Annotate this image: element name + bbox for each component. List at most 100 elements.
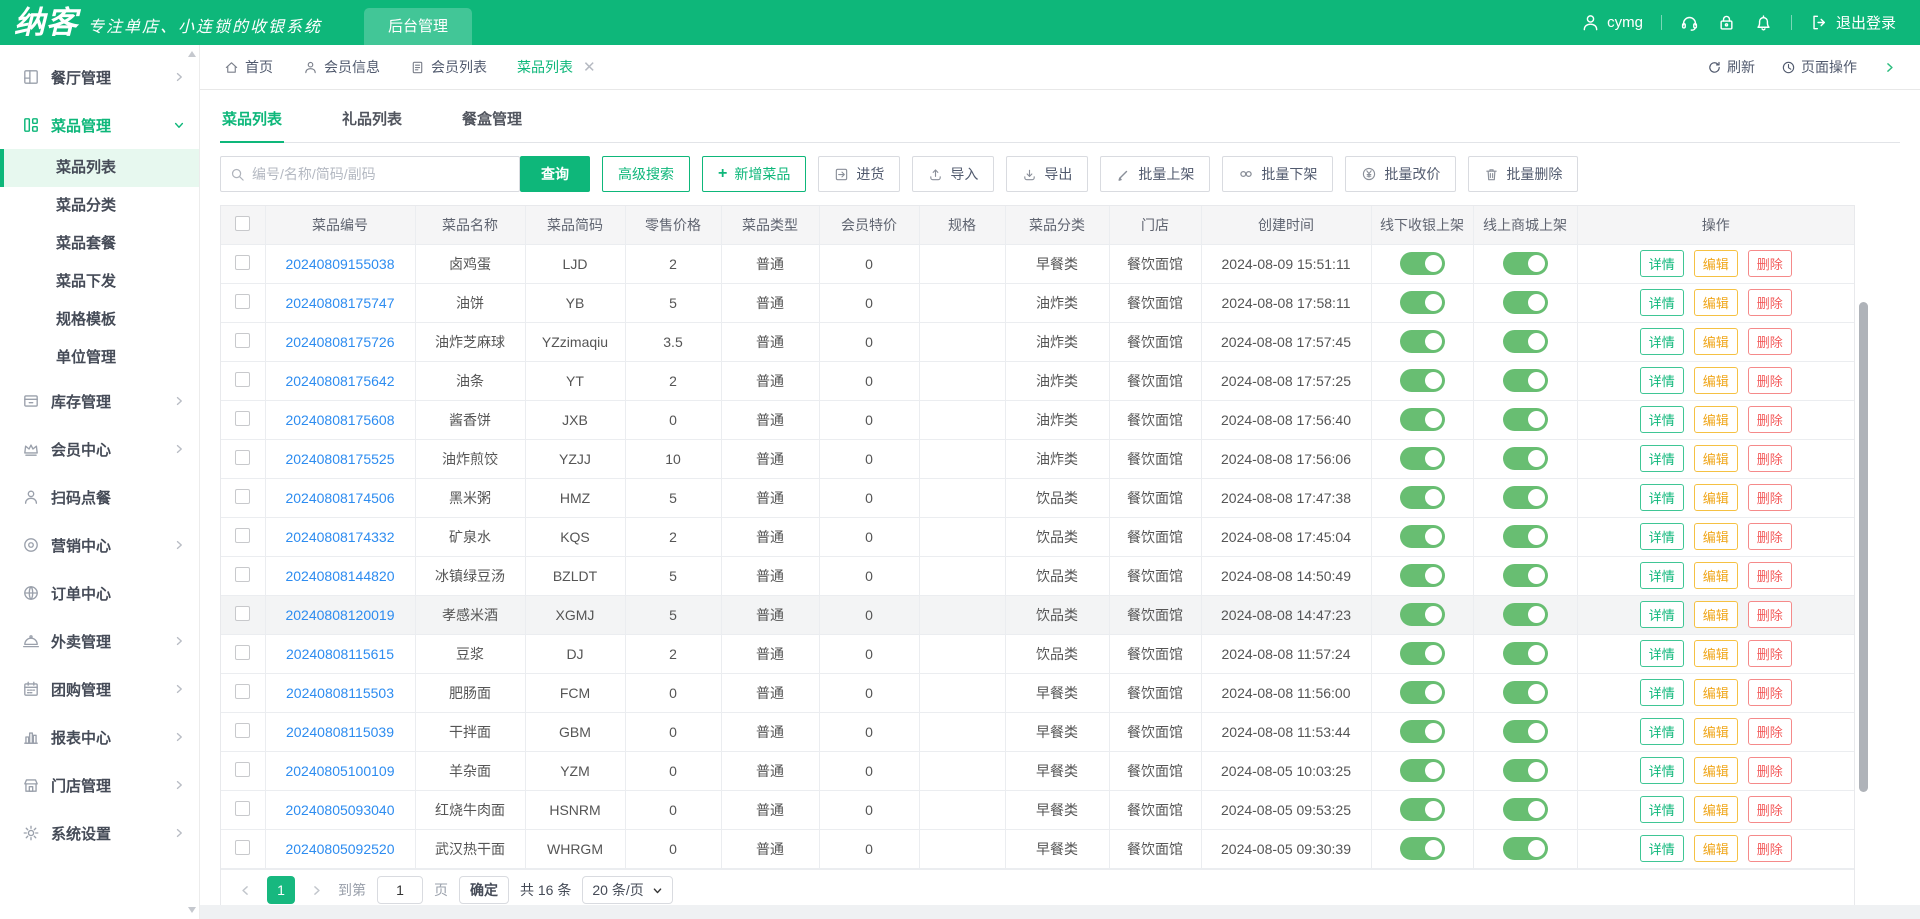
dish-id-link[interactable]: 20240808174506 xyxy=(285,490,394,506)
pos-shelf-toggle[interactable] xyxy=(1399,369,1445,392)
admin-backend-tab[interactable]: 后台管理 xyxy=(364,8,473,45)
edit-button[interactable]: 编辑 xyxy=(1693,484,1738,511)
dish-id-link[interactable]: 20240808120019 xyxy=(285,607,394,623)
row-checkbox[interactable] xyxy=(235,800,251,816)
edit-button[interactable]: 编辑 xyxy=(1693,601,1738,628)
next-page-button[interactable] xyxy=(306,884,327,897)
bell-icon[interactable] xyxy=(1754,13,1773,32)
detail-button[interactable]: 详情 xyxy=(1639,640,1684,667)
dish-id-link[interactable]: 20240808175525 xyxy=(285,451,394,467)
edit-button[interactable]: 编辑 xyxy=(1693,679,1738,706)
edit-button[interactable]: 编辑 xyxy=(1693,562,1738,589)
mall-shelf-toggle[interactable] xyxy=(1502,525,1548,548)
delete-button[interactable]: 删除 xyxy=(1747,250,1792,277)
delete-button[interactable]: 删除 xyxy=(1747,523,1792,550)
sidebar-subitem-dish-category[interactable]: 菜品分类 xyxy=(0,187,199,225)
row-checkbox[interactable] xyxy=(235,722,251,738)
table-vertical-scrollbar[interactable] xyxy=(1859,302,1868,792)
row-checkbox[interactable] xyxy=(235,761,251,777)
detail-button[interactable]: 详情 xyxy=(1639,289,1684,316)
sidebar-item-marketing[interactable]: 营销中心 xyxy=(0,521,199,569)
sidebar-item-dish-management[interactable]: 菜品管理 xyxy=(0,101,199,149)
detail-button[interactable]: 详情 xyxy=(1639,367,1684,394)
row-checkbox[interactable] xyxy=(235,254,251,270)
edit-button[interactable]: 编辑 xyxy=(1693,367,1738,394)
tab-dish-list[interactable]: 菜品列表 xyxy=(220,104,285,143)
row-checkbox[interactable] xyxy=(235,839,251,855)
detail-button[interactable]: 详情 xyxy=(1639,601,1684,628)
tab-mealbox-management[interactable]: 餐盒管理 xyxy=(460,104,524,142)
mall-shelf-toggle[interactable] xyxy=(1502,408,1548,431)
mall-shelf-toggle[interactable] xyxy=(1502,642,1548,665)
dish-id-link[interactable]: 20240808175726 xyxy=(285,334,394,350)
sidebar-subitem-spec-template[interactable]: 规格模板 xyxy=(0,301,199,339)
detail-button[interactable]: 详情 xyxy=(1639,523,1684,550)
detail-button[interactable]: 详情 xyxy=(1639,328,1684,355)
dish-id-link[interactable]: 20240805100109 xyxy=(285,763,394,779)
prev-page-button[interactable] xyxy=(235,884,256,897)
delete-button[interactable]: 删除 xyxy=(1747,484,1792,511)
tab-gift-list[interactable]: 礼品列表 xyxy=(340,104,404,142)
pos-shelf-toggle[interactable] xyxy=(1399,681,1445,704)
detail-button[interactable]: 详情 xyxy=(1639,679,1684,706)
sidebar-item-system-settings[interactable]: 系统设置 xyxy=(0,809,199,857)
nav-tab-home[interactable]: 首页 xyxy=(224,57,273,77)
advanced-search-button[interactable]: 高级搜索 xyxy=(602,156,690,192)
edit-button[interactable]: 编辑 xyxy=(1693,718,1738,745)
sidebar-scroll-down-arrow[interactable] xyxy=(188,907,196,913)
row-checkbox[interactable] xyxy=(235,488,251,504)
edit-button[interactable]: 编辑 xyxy=(1693,757,1738,784)
close-icon[interactable]: ✕ xyxy=(583,58,596,76)
row-checkbox[interactable] xyxy=(235,566,251,582)
pos-shelf-toggle[interactable] xyxy=(1399,525,1445,548)
detail-button[interactable]: 详情 xyxy=(1639,445,1684,472)
sidebar-item-takeout[interactable]: 外卖管理 xyxy=(0,617,199,665)
pos-shelf-toggle[interactable] xyxy=(1399,486,1445,509)
delete-button[interactable]: 删除 xyxy=(1747,445,1792,472)
dish-id-link[interactable]: 20240805093040 xyxy=(285,802,394,818)
purchase-button[interactable]: 进货 xyxy=(818,156,901,192)
pos-shelf-toggle[interactable] xyxy=(1399,759,1445,782)
sidebar-item-groupbuy[interactable]: 团购管理 xyxy=(0,665,199,713)
delete-button[interactable]: 删除 xyxy=(1747,367,1792,394)
sidebar-subitem-dish-dispatch[interactable]: 菜品下发 xyxy=(0,263,199,301)
nav-tab-dish-list[interactable]: 菜品列表 ✕ xyxy=(517,57,596,77)
dish-id-link[interactable]: 20240808115039 xyxy=(286,724,394,740)
mall-shelf-toggle[interactable] xyxy=(1502,798,1548,821)
pos-shelf-toggle[interactable] xyxy=(1399,720,1445,743)
sidebar-subitem-dish-list[interactable]: 菜品列表 xyxy=(0,149,199,187)
sidebar-item-order-center[interactable]: 订单中心 xyxy=(0,569,199,617)
import-button[interactable]: 导入 xyxy=(912,156,995,192)
sidebar-subitem-dish-combo[interactable]: 菜品套餐 xyxy=(0,225,199,263)
edit-button[interactable]: 编辑 xyxy=(1693,640,1738,667)
delete-button[interactable]: 删除 xyxy=(1747,718,1792,745)
sidebar-item-store-management[interactable]: 门店管理 xyxy=(0,761,199,809)
dish-id-link[interactable]: 20240808174332 xyxy=(285,529,394,545)
chevron-right-icon[interactable] xyxy=(1883,61,1896,74)
dish-id-link[interactable]: 20240808175608 xyxy=(285,412,394,428)
edit-button[interactable]: 编辑 xyxy=(1693,289,1738,316)
add-dish-button[interactable]: + 新增菜品 xyxy=(702,156,807,192)
mall-shelf-toggle[interactable] xyxy=(1502,369,1548,392)
nav-tab-member-list[interactable]: 会员列表 xyxy=(410,57,487,77)
current-page-button[interactable]: 1 xyxy=(267,876,295,904)
delete-button[interactable]: 删除 xyxy=(1747,757,1792,784)
batch-off-shelf-button[interactable]: 批量下架 xyxy=(1222,156,1334,192)
sidebar-item-scan-order[interactable]: 扫码点餐 xyxy=(0,473,199,521)
pos-shelf-toggle[interactable] xyxy=(1399,252,1445,275)
pos-shelf-toggle[interactable] xyxy=(1399,798,1445,821)
edit-button[interactable]: 编辑 xyxy=(1693,250,1738,277)
pos-shelf-toggle[interactable] xyxy=(1399,447,1445,470)
delete-button[interactable]: 删除 xyxy=(1747,406,1792,433)
goto-page-input[interactable] xyxy=(377,876,423,904)
detail-button[interactable]: 详情 xyxy=(1639,757,1684,784)
pos-shelf-toggle[interactable] xyxy=(1399,408,1445,431)
query-button[interactable]: 查询 xyxy=(520,156,590,192)
pos-shelf-toggle[interactable] xyxy=(1399,837,1445,860)
search-input[interactable] xyxy=(252,166,511,182)
dish-id-link[interactable]: 20240808115503 xyxy=(286,685,394,701)
mall-shelf-toggle[interactable] xyxy=(1502,837,1548,860)
mall-shelf-toggle[interactable] xyxy=(1502,252,1548,275)
delete-button[interactable]: 删除 xyxy=(1747,562,1792,589)
edit-button[interactable]: 编辑 xyxy=(1693,328,1738,355)
